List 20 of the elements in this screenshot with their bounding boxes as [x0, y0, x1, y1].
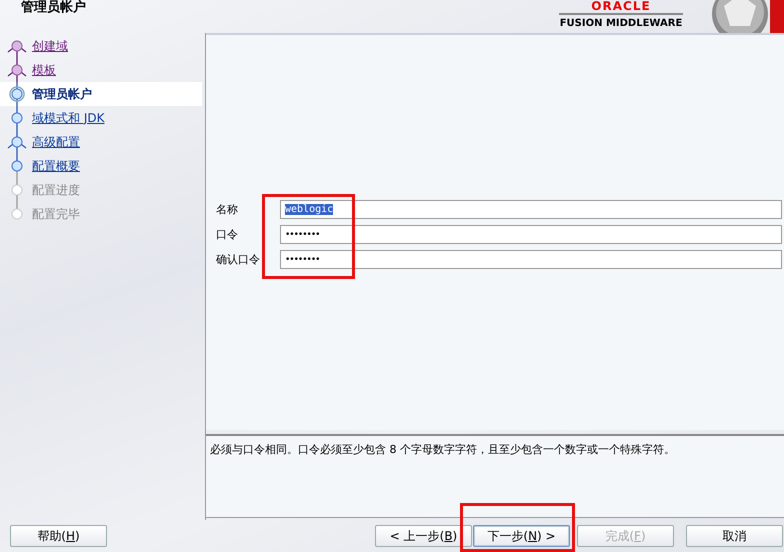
product-name: FUSION MIDDLEWARE — [560, 18, 682, 29]
field-label: 名称 — [216, 202, 239, 217]
wizard-button[interactable]: 下一步(N) > — [473, 525, 570, 547]
cancel-button[interactable]: 取消 — [686, 525, 783, 547]
field-description: 必须与口令相同。口令必须至少包含 8 个字母数字字符，且至少包含一个数字或一个特殊字符。 — [206, 434, 784, 518]
window-title: 管理员帐户 — [20, 0, 86, 16]
step-item[interactable]: 创建域 — [0, 34, 202, 58]
password-field[interactable]: •••••••• — [280, 225, 782, 244]
wizard-button[interactable]: < 上一步(B) — [375, 525, 472, 547]
step-item[interactable]: 管理员帐户 — [0, 82, 202, 106]
help-button[interactable]: 帮助(H) — [10, 525, 107, 547]
password-field[interactable]: •••••••• — [280, 250, 782, 269]
step-item[interactable]: 模板 — [0, 58, 202, 82]
step-item[interactable]: 高级配置 — [0, 130, 202, 154]
field-label: 口令 — [216, 227, 239, 242]
text-field[interactable]: weblogic — [280, 200, 782, 219]
step-item[interactable]: 配置概要 — [0, 154, 202, 178]
brand-logo: ORACLE — [559, 0, 683, 15]
step-item[interactable]: 域模式和 JDK — [0, 106, 202, 130]
field-label: 确认口令 — [216, 252, 261, 267]
